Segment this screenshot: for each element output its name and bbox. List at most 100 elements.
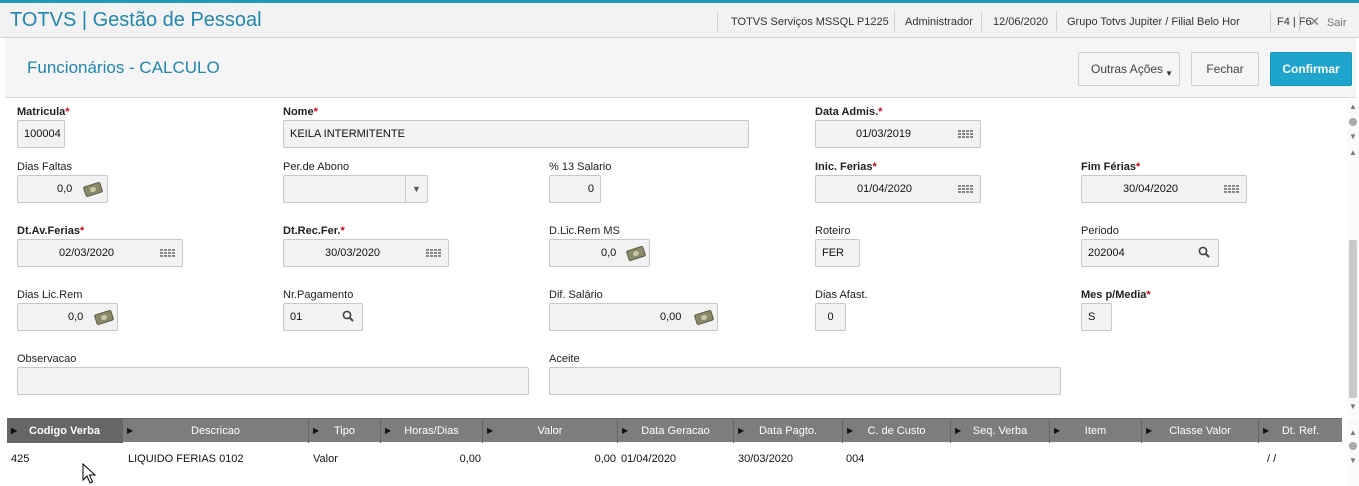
- separator: [1056, 11, 1057, 31]
- dias-faltas-value: 0,0: [57, 183, 73, 195]
- more-actions-button[interactable]: Outras Ações ▼: [1078, 52, 1180, 86]
- column-header[interactable]: ▶ Horas/Dias: [381, 419, 483, 443]
- calendar-icon[interactable]: [426, 249, 441, 257]
- d-lic-rem-ms-value: 0,0: [601, 247, 617, 259]
- money-icon[interactable]: [82, 181, 104, 198]
- table-cell: 30/03/2020: [738, 453, 794, 465]
- expand-icon: ▶: [313, 426, 320, 435]
- confirm-button[interactable]: Confirmar: [1270, 52, 1352, 86]
- d-lic-rem-ms-field[interactable]: 0,0: [549, 239, 650, 267]
- column-header[interactable]: ▶ C. de Custo: [843, 419, 951, 443]
- scroll-down-icon[interactable]: ▼: [1349, 132, 1357, 141]
- dias-faltas-label: Dias Faltas: [17, 161, 73, 173]
- dif-salario-field[interactable]: 0,00: [549, 303, 718, 331]
- dias-lic-rem-field[interactable]: 0,0: [17, 303, 118, 331]
- scroll-handle[interactable]: [1349, 118, 1357, 126]
- expand-icon: ▶: [738, 426, 745, 435]
- inic-ferias-value: 01/04/2020: [857, 183, 913, 195]
- periodo-label: Periodo: [1081, 225, 1119, 237]
- form-scrollbar[interactable]: ▲ ▼ ▲ ▼: [1347, 100, 1359, 416]
- column-header[interactable]: ▶ Item: [1050, 419, 1142, 443]
- money-icon[interactable]: [693, 309, 715, 326]
- money-icon[interactable]: [93, 309, 115, 326]
- dias-lic-rem-value: 0,0: [68, 311, 84, 323]
- column-header[interactable]: ▶ Classe Valor: [1142, 419, 1259, 443]
- calendar-icon[interactable]: [958, 185, 973, 193]
- dif-salario-value: 0,00: [660, 311, 682, 323]
- dt-rec-fer-value: 30/03/2020: [325, 247, 381, 259]
- grid-scrollbar[interactable]: ▲ ▼: [1347, 418, 1359, 486]
- dt-rec-fer-label: Dt.Rec.Fer.*: [283, 225, 345, 237]
- expand-icon: ▶: [622, 426, 629, 435]
- data-admis-field[interactable]: 01/03/2019: [815, 120, 981, 148]
- table-cell: / /: [1267, 453, 1277, 465]
- dt-rec-fer-field[interactable]: 30/03/2020: [283, 239, 449, 267]
- search-icon[interactable]: [1198, 246, 1210, 258]
- scroll-thumb[interactable]: [1349, 240, 1357, 398]
- table-cell: 01/04/2020: [621, 453, 677, 465]
- search-icon[interactable]: [342, 310, 354, 322]
- calendar-icon[interactable]: [1224, 185, 1239, 193]
- separator: [894, 11, 895, 31]
- table-cell: LIQUIDO FERIAS 0102: [128, 453, 244, 465]
- expand-icon: ▶: [127, 426, 134, 435]
- calendar-icon[interactable]: [160, 249, 175, 257]
- aceite-field[interactable]: [549, 367, 1061, 395]
- inic-ferias-field[interactable]: 01/04/2020: [815, 175, 981, 203]
- observacao-field[interactable]: [17, 367, 529, 395]
- mes-media-field[interactable]: S: [1081, 303, 1112, 331]
- top-bar: TOTVS | Gestão de Pessoal TOTVS Serviços…: [0, 0, 1359, 38]
- scroll-down-icon[interactable]: ▼: [1349, 456, 1357, 465]
- exit-button[interactable]: ✕ Sair: [1309, 14, 1347, 30]
- data-admis-label: Data Admis.*: [815, 106, 883, 118]
- roteiro-field[interactable]: FER: [815, 239, 860, 267]
- column-header[interactable]: ▶ Descricao: [123, 419, 309, 443]
- nome-label: Nome*: [283, 106, 318, 118]
- user-info: Administrador: [905, 16, 973, 28]
- app-title: TOTVS | Gestão de Pessoal: [10, 9, 262, 31]
- column-header[interactable]: ▶ Codigo Verba: [7, 419, 123, 443]
- pct-13-label: % 13 Salario: [549, 161, 612, 173]
- per-abono-label: Per.de Abono: [283, 161, 350, 173]
- per-abono-select[interactable]: ▼: [283, 175, 428, 203]
- expand-icon: ▶: [487, 426, 494, 435]
- matricula-field[interactable]: 100004: [17, 120, 65, 148]
- fim-ferias-label: Fim Férias*: [1081, 161, 1141, 173]
- dias-faltas-field[interactable]: 0,0: [17, 175, 108, 203]
- close-button[interactable]: Fechar: [1191, 52, 1259, 86]
- calendar-icon[interactable]: [958, 130, 973, 138]
- money-icon[interactable]: [625, 245, 647, 262]
- table-cell: 0,00: [459, 453, 481, 465]
- pct-13-field[interactable]: 0: [549, 175, 601, 203]
- observacao-label: Observacao: [17, 353, 77, 365]
- page-title: Funcionários - CALCULO: [27, 58, 220, 77]
- scroll-handle[interactable]: [1349, 442, 1357, 450]
- chevron-down-icon[interactable]: ▼: [405, 176, 427, 202]
- column-header[interactable]: ▶ Data Geracao: [618, 419, 734, 443]
- expand-icon: ▶: [847, 426, 854, 435]
- fim-ferias-field[interactable]: 30/04/2020: [1081, 175, 1247, 203]
- table-cell: 004: [846, 453, 865, 465]
- column-header[interactable]: ▶ Tipo: [309, 419, 381, 443]
- dt-av-ferias-field[interactable]: 02/03/2020: [17, 239, 183, 267]
- mes-media-label: Mes p/Media*: [1081, 289, 1151, 301]
- table-cell: Valor: [313, 453, 338, 465]
- close-icon: ✕: [1309, 14, 1320, 29]
- periodo-field[interactable]: 202004: [1081, 239, 1219, 267]
- column-header[interactable]: ▶ Seq. Verba: [951, 419, 1050, 443]
- scroll-up-icon[interactable]: ▲: [1349, 102, 1357, 111]
- nome-field[interactable]: KEILA INTERMITENTE: [283, 120, 749, 148]
- periodo-value: 202004: [1088, 247, 1125, 259]
- branch-info[interactable]: Grupo Totvs Jupiter / Filial Belo Hor: [1067, 14, 1262, 30]
- column-header[interactable]: ▶ Dt. Ref.: [1259, 419, 1342, 443]
- scroll-up-icon[interactable]: ▲: [1349, 148, 1357, 157]
- scroll-up-icon[interactable]: ▲: [1349, 428, 1357, 437]
- table-row[interactable]: 425 LIQUIDO FERIAS 0102 Valor 0,00 0,00 …: [7, 443, 1342, 473]
- column-header[interactable]: ▶ Data Pagto.: [734, 419, 843, 443]
- dias-afast-field[interactable]: 0: [815, 303, 846, 331]
- column-header[interactable]: ▶ Valor: [483, 419, 618, 443]
- date-info: 12/06/2020: [993, 16, 1049, 28]
- fim-ferias-value: 30/04/2020: [1123, 183, 1179, 195]
- scroll-down-icon[interactable]: ▼: [1349, 402, 1357, 411]
- nr-pagamento-field[interactable]: 01: [283, 303, 363, 331]
